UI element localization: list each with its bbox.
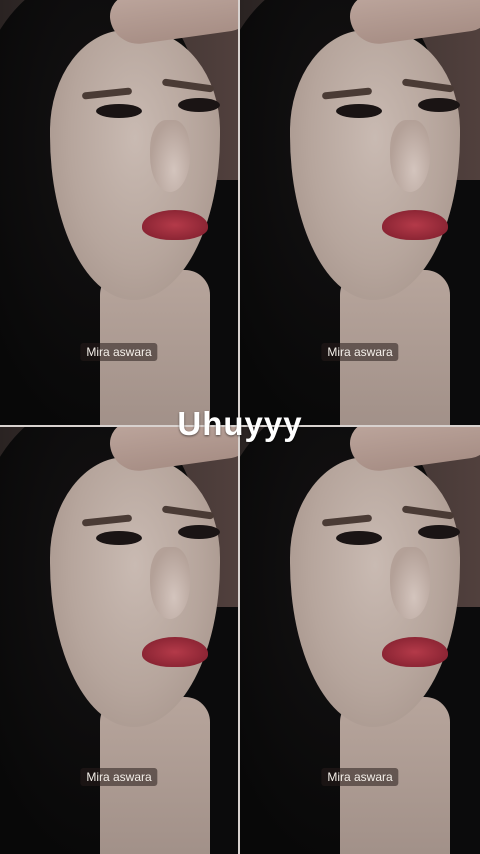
eye-left [336,531,382,545]
eye-right [418,98,460,112]
eye-right [178,525,220,539]
nose [390,120,430,192]
eye-left [96,531,142,545]
photo-tile-3[interactable]: Mira aswara [0,427,238,854]
eye-right [418,525,460,539]
nose [390,547,430,619]
nose [150,120,190,192]
lips [382,637,448,667]
photo-tile-2[interactable]: Mira aswara [240,0,480,425]
lips [382,210,448,240]
lips [142,637,208,667]
name-watermark: Mira aswara [80,343,158,361]
eye-right [178,98,220,112]
story-frame: Mira aswara Mira aswara Mira aswara Mira… [0,0,480,854]
eye-left [336,104,382,118]
photo-tile-1[interactable]: Mira aswara [0,0,238,425]
photo-tile-4[interactable]: Mira aswara [240,427,480,854]
lips [142,210,208,240]
name-watermark: Mira aswara [321,768,399,786]
name-watermark: Mira aswara [321,343,399,361]
name-watermark: Mira aswara [80,768,158,786]
nose [150,547,190,619]
eye-left [96,104,142,118]
photo-grid: Mira aswara Mira aswara Mira aswara Mira… [0,0,480,854]
